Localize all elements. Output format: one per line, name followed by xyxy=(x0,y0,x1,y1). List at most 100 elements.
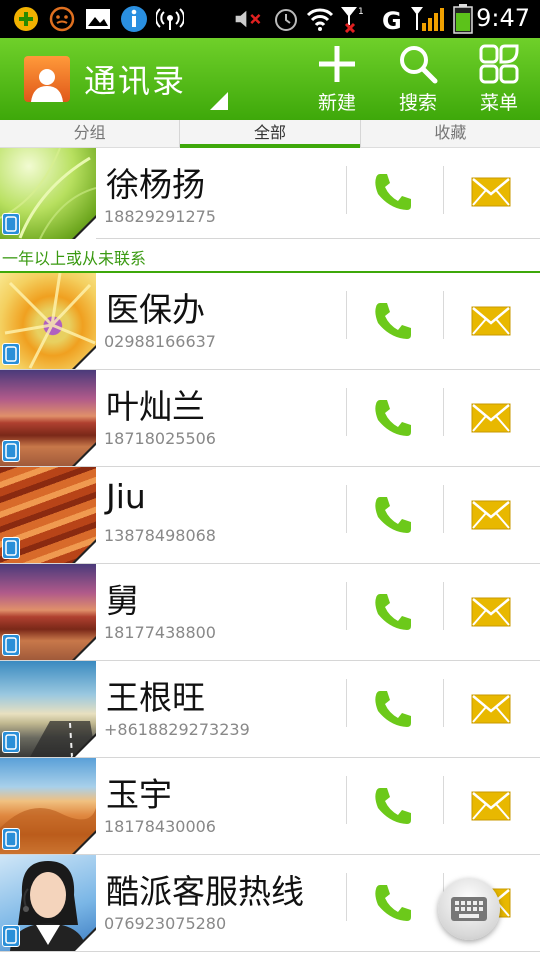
divider xyxy=(346,873,347,921)
new-contact-label: 新建 xyxy=(317,92,356,114)
tab-groups[interactable]: 分组 xyxy=(0,120,181,147)
call-button[interactable] xyxy=(352,293,436,349)
signal-broadcast-icon xyxy=(156,5,184,33)
contact-number: 02988166637 xyxy=(104,332,216,351)
message-button[interactable] xyxy=(449,778,533,834)
contact-photo[interactable] xyxy=(0,273,96,369)
phone-icon xyxy=(375,594,411,630)
contact-name: 王根旺 xyxy=(106,678,205,717)
call-button[interactable] xyxy=(352,487,436,543)
contact-name: 徐杨扬 xyxy=(106,165,205,204)
contact-photo[interactable] xyxy=(0,148,96,239)
call-button[interactable] xyxy=(352,164,436,220)
contact-row[interactable]: 徐杨扬 18829291275 xyxy=(0,148,540,239)
tab-bar: 分组 全部 收藏 xyxy=(0,120,540,148)
divider xyxy=(346,679,347,727)
contact-row[interactable]: 医保办 02988166637 xyxy=(0,273,540,370)
contact-number: 18829291275 xyxy=(104,207,216,226)
tab-favorites[interactable]: 收藏 xyxy=(361,120,540,147)
network-g-icon: G xyxy=(382,5,412,33)
message-button[interactable] xyxy=(449,487,533,543)
mail-icon xyxy=(471,177,511,207)
contact-number: 18178430006 xyxy=(104,817,216,836)
message-button[interactable] xyxy=(449,681,533,737)
divider xyxy=(443,485,444,533)
contact-photo[interactable] xyxy=(0,855,96,951)
section-header: 一年以上或从未联系 xyxy=(0,239,540,273)
phone-icon xyxy=(375,303,411,339)
contact-number: 18718025506 xyxy=(104,429,216,448)
contact-name: 医保办 xyxy=(106,290,205,329)
menu-grid-icon xyxy=(479,38,519,90)
wifi-icon xyxy=(306,5,334,33)
phone-source-icon xyxy=(2,828,20,850)
contact-row[interactable]: 王根旺 +8618829273239 xyxy=(0,661,540,758)
call-button[interactable] xyxy=(352,778,436,834)
contact-row[interactable]: 叶灿兰 18718025506 xyxy=(0,370,540,467)
search-label: 搜索 xyxy=(398,92,437,114)
contact-name: Jiu xyxy=(106,477,146,516)
dropdown-triangle-icon[interactable] xyxy=(210,92,228,110)
divider xyxy=(443,582,444,630)
mail-icon xyxy=(471,500,511,530)
clock-time: 9:47 xyxy=(476,4,530,32)
mail-icon xyxy=(471,694,511,724)
call-button[interactable] xyxy=(352,390,436,446)
image-icon xyxy=(84,5,112,33)
contact-name: 叶灿兰 xyxy=(106,387,205,426)
message-button[interactable] xyxy=(449,293,533,349)
contact-photo[interactable] xyxy=(0,661,96,757)
mail-icon xyxy=(471,791,511,821)
phone-source-icon xyxy=(2,731,20,753)
page-title[interactable]: 通讯录 xyxy=(84,56,186,102)
tab-all[interactable]: 全部 xyxy=(180,120,361,148)
call-button[interactable] xyxy=(352,681,436,737)
phone-source-icon xyxy=(2,925,20,947)
contact-list: 徐杨扬 18829291275 一年以上或从未联系 医保办 0298816663… xyxy=(0,148,540,952)
contact-photo[interactable] xyxy=(0,564,96,660)
phone-source-icon xyxy=(2,634,20,656)
contact-number: 13878498068 xyxy=(104,526,216,545)
phone-icon xyxy=(375,885,411,921)
contact-name: 酷派客服热线 xyxy=(106,872,304,911)
dialpad-keyboard-button[interactable] xyxy=(438,878,500,940)
action-bar: 通讯录 新建 搜索 菜单 xyxy=(0,38,540,120)
menu-label: 菜单 xyxy=(479,92,518,114)
svg-text:1: 1 xyxy=(358,7,364,17)
menu-button[interactable]: 菜单 xyxy=(464,38,534,120)
contact-row[interactable]: 玉宇 18178430006 xyxy=(0,758,540,855)
phone-source-icon xyxy=(2,213,20,235)
divider xyxy=(443,679,444,727)
contact-photo[interactable] xyxy=(0,467,96,563)
contact-photo[interactable] xyxy=(0,370,96,466)
phone-source-icon xyxy=(2,440,20,462)
contact-row[interactable]: 舅 18177438800 xyxy=(0,564,540,661)
smiley-icon xyxy=(48,5,76,33)
battery-icon xyxy=(452,4,474,34)
contact-photo[interactable] xyxy=(0,758,96,854)
divider xyxy=(346,166,347,214)
keyboard-icon xyxy=(451,897,487,921)
call-button[interactable] xyxy=(352,584,436,640)
contacts-app-icon xyxy=(24,56,70,102)
divider xyxy=(346,776,347,824)
search-icon xyxy=(398,38,438,90)
call-button[interactable] xyxy=(352,875,436,931)
new-contact-button[interactable]: 新建 xyxy=(302,38,372,120)
section-header-label: 一年以上或从未联系 xyxy=(2,249,147,268)
phone-source-icon xyxy=(2,343,20,365)
message-button[interactable] xyxy=(449,390,533,446)
divider xyxy=(346,485,347,533)
mail-icon xyxy=(471,306,511,336)
phone-icon xyxy=(375,497,411,533)
contact-row[interactable]: Jiu 13878498068 xyxy=(0,467,540,564)
message-button[interactable] xyxy=(449,164,533,220)
divider xyxy=(443,166,444,214)
message-button[interactable] xyxy=(449,584,533,640)
search-button[interactable]: 搜索 xyxy=(383,38,453,120)
phone-source-icon xyxy=(2,537,20,559)
mail-icon xyxy=(471,597,511,627)
contact-name: 玉宇 xyxy=(106,775,172,814)
status-bar: 1 G 9:47 xyxy=(0,0,540,38)
contact-name: 舅 xyxy=(106,581,139,620)
